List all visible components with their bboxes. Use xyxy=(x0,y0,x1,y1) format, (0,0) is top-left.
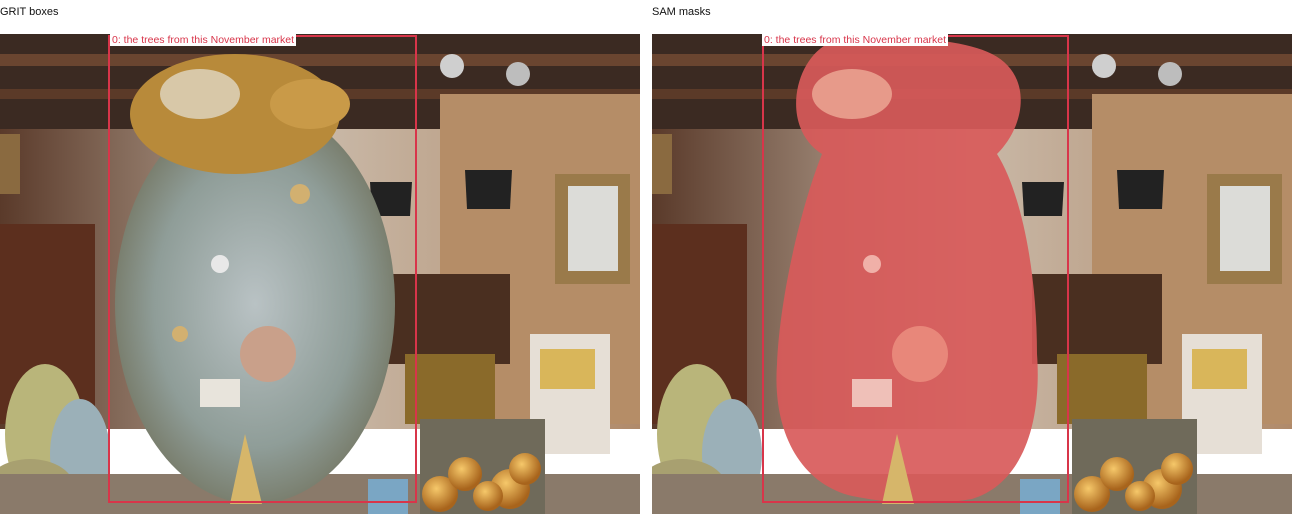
detection-bounding-box xyxy=(762,35,1069,503)
detection-label: 0: the trees from this November market xyxy=(762,34,949,46)
panel-title: GRIT boxes xyxy=(0,6,59,18)
market-photo: 0: the trees from this November market xyxy=(0,34,640,514)
detection-bounding-box xyxy=(108,35,417,503)
panel-title: SAM masks xyxy=(652,6,711,18)
market-photo-masked: 0: the trees from this November market xyxy=(652,34,1292,514)
sam-masks-panel: SAM masks 0: the trees from this Novembe… xyxy=(652,0,1292,514)
detection-label: 0: the trees from this November market xyxy=(110,34,297,46)
grit-boxes-panel: GRIT boxes 0: the trees from this Novemb… xyxy=(0,0,640,514)
